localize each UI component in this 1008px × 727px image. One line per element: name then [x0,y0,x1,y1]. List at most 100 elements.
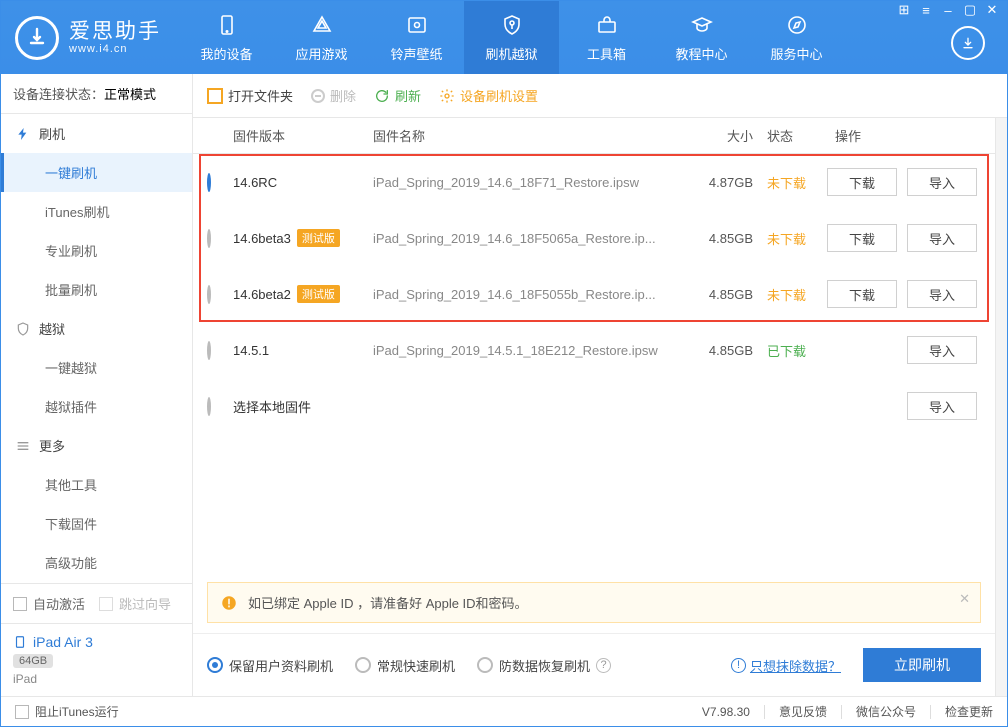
nav-tutorials[interactable]: 教程中心 [654,1,749,74]
sidebar-activation-row: 自动激活 跳过向导 [1,583,192,623]
nav-toolbox[interactable]: 工具箱 [559,1,654,74]
scrollbar[interactable] [995,118,1007,696]
row-local-label: 选择本地固件 [233,397,373,416]
sidebar-group-more[interactable]: 更多 [1,426,192,465]
row-radio[interactable] [207,173,211,192]
row-status: 未下载 [753,285,819,304]
table-row[interactable]: 14.6beta3测试版iPad_Spring_2019_14.6_18F506… [193,210,995,266]
beta-tag: 测试版 [297,229,340,247]
row-radio[interactable] [207,229,211,248]
flash-settings-button[interactable]: 设备刷机设置 [439,86,538,105]
download-button[interactable]: 下载 [827,224,897,252]
opt-anti-recover[interactable]: 防数据恢复刷机? [477,656,611,675]
import-button[interactable]: 导入 [907,168,977,196]
sidebar-item-batch-flash[interactable]: 批量刷机 [1,270,192,309]
apps-icon [309,12,335,38]
row-radio[interactable] [207,397,211,416]
shield-key-icon [499,12,525,38]
app-title: 爱思助手 [69,20,161,43]
app-header: 爱思助手 www.i4.cn 我的设备 应用游戏 铃声壁纸 刷机越狱 工具箱 教… [1,1,1007,74]
tip-close-button[interactable]: ✕ [959,591,970,607]
row-version: 14.6beta2测试版 [233,285,373,303]
sidebar-group-jailbreak[interactable]: 越狱 [1,309,192,348]
import-button[interactable]: 导入 [907,280,977,308]
sidebar-item-advanced[interactable]: 高级功能 [1,543,192,582]
row-filename: iPad_Spring_2019_14.6_18F71_Restore.ipsw [373,175,689,190]
win-maximize-icon[interactable]: ▢ [961,1,979,19]
refresh-button[interactable]: 刷新 [374,86,421,105]
win-close-icon[interactable]: ✕ [983,1,1001,19]
app-subtitle: www.i4.cn [69,43,161,55]
th-ops: 操作 [819,126,981,145]
sidebar-item-oneclick-flash[interactable]: 一键刷机 [1,153,192,192]
row-radio[interactable] [207,285,211,304]
table-row[interactable]: 14.6RCiPad_Spring_2019_14.6_18F71_Restor… [193,154,995,210]
sidebar-item-itunes-flash[interactable]: iTunes刷机 [1,192,192,231]
wechat-link[interactable]: 微信公众号 [856,703,916,720]
nav-my-device[interactable]: 我的设备 [179,1,274,74]
table-header: 固件版本 固件名称 大小 状态 操作 [193,118,995,154]
warning-icon [220,594,238,612]
sidebar-item-download-fw[interactable]: 下载固件 [1,504,192,543]
sidebar-group-flash[interactable]: 刷机 [1,114,192,153]
status-bar: 阻止iTunes运行 V7.98.30 意见反馈 微信公众号 检查更新 [1,696,1007,726]
sidebar-item-jb-plugins[interactable]: 越狱插件 [1,387,192,426]
table-row[interactable]: 14.5.1iPad_Spring_2019_14.5.1_18E212_Res… [193,322,995,378]
import-button[interactable]: 导入 [907,224,977,252]
row-size: 4.85GB [689,287,753,302]
nav-flash-jailbreak[interactable]: 刷机越狱 [464,1,559,74]
app-logo: 爱思助手 www.i4.cn [1,16,179,60]
th-size[interactable]: 大小 [689,126,753,145]
row-filename: iPad_Spring_2019_14.5.1_18E212_Restore.i… [373,343,689,358]
check-update-link[interactable]: 检查更新 [945,703,993,720]
block-itunes-checkbox[interactable]: 阻止iTunes运行 [15,703,119,720]
device-name: iPad Air 3 [13,634,180,650]
help-icon[interactable]: ? [596,658,611,673]
opt-normal-flash[interactable]: 常规快速刷机 [355,656,455,675]
opt-keep-data[interactable]: 保留用户资料刷机 [207,656,333,675]
row-radio[interactable] [207,341,211,360]
sidebar: 设备连接状态：正常模式 刷机 一键刷机 iTunes刷机 专业刷机 批量刷机 越… [1,74,193,696]
th-version[interactable]: 固件版本 [233,126,373,145]
flash-now-button[interactable]: 立即刷机 [863,648,981,682]
local-firmware-row[interactable]: 选择本地固件 导入 [193,378,995,434]
row-version: 14.6beta3测试版 [233,229,373,247]
delete-button[interactable]: 删除 [311,86,356,105]
import-button[interactable]: 导入 [907,336,977,364]
row-filename: iPad_Spring_2019_14.6_18F5055b_Restore.i… [373,287,689,302]
erase-data-link[interactable]: 只想抹除数据？ [750,656,841,675]
nav-service[interactable]: 服务中心 [749,1,844,74]
th-name[interactable]: 固件名称 [373,126,689,145]
window-controls: ⊞ ≡ – ▢ ✕ [895,1,1001,19]
win-minimize-icon[interactable]: – [939,1,957,19]
row-status: 未下载 [753,229,819,248]
win-menu-icon[interactable]: ≡ [917,1,935,19]
download-manager-button[interactable] [951,26,985,60]
graduation-icon [689,12,715,38]
row-version: 14.5.1 [233,343,373,358]
version-label: V7.98.30 [702,705,750,719]
sidebar-item-oneclick-jb[interactable]: 一键越狱 [1,348,192,387]
win-grid-icon[interactable]: ⊞ [895,1,913,19]
import-button[interactable]: 导入 [907,392,977,420]
th-status[interactable]: 状态 [753,126,819,145]
logo-icon [15,16,59,60]
feedback-link[interactable]: 意见反馈 [779,703,827,720]
row-status: 已下载 [753,341,819,360]
auto-activate-checkbox[interactable]: 自动激活 [13,594,85,613]
table-row[interactable]: 14.6beta2测试版iPad_Spring_2019_14.6_18F505… [193,266,995,322]
download-button[interactable]: 下载 [827,168,897,196]
nav-apps[interactable]: 应用游戏 [274,1,369,74]
shield-icon [15,321,31,337]
sidebar-item-pro-flash[interactable]: 专业刷机 [1,231,192,270]
device-model: iPad [13,672,180,686]
skip-wizard-checkbox[interactable]: 跳过向导 [99,594,171,613]
open-folder-button[interactable]: 打开文件夹 [207,86,293,105]
nav-ringtone[interactable]: 铃声壁纸 [369,1,464,74]
download-button[interactable]: 下载 [827,280,897,308]
sidebar-item-other-tools[interactable]: 其他工具 [1,465,192,504]
row-size: 4.87GB [689,175,753,190]
device-card[interactable]: iPad Air 3 64GB iPad [1,623,192,696]
phone-icon [214,12,240,38]
image-icon [404,12,430,38]
